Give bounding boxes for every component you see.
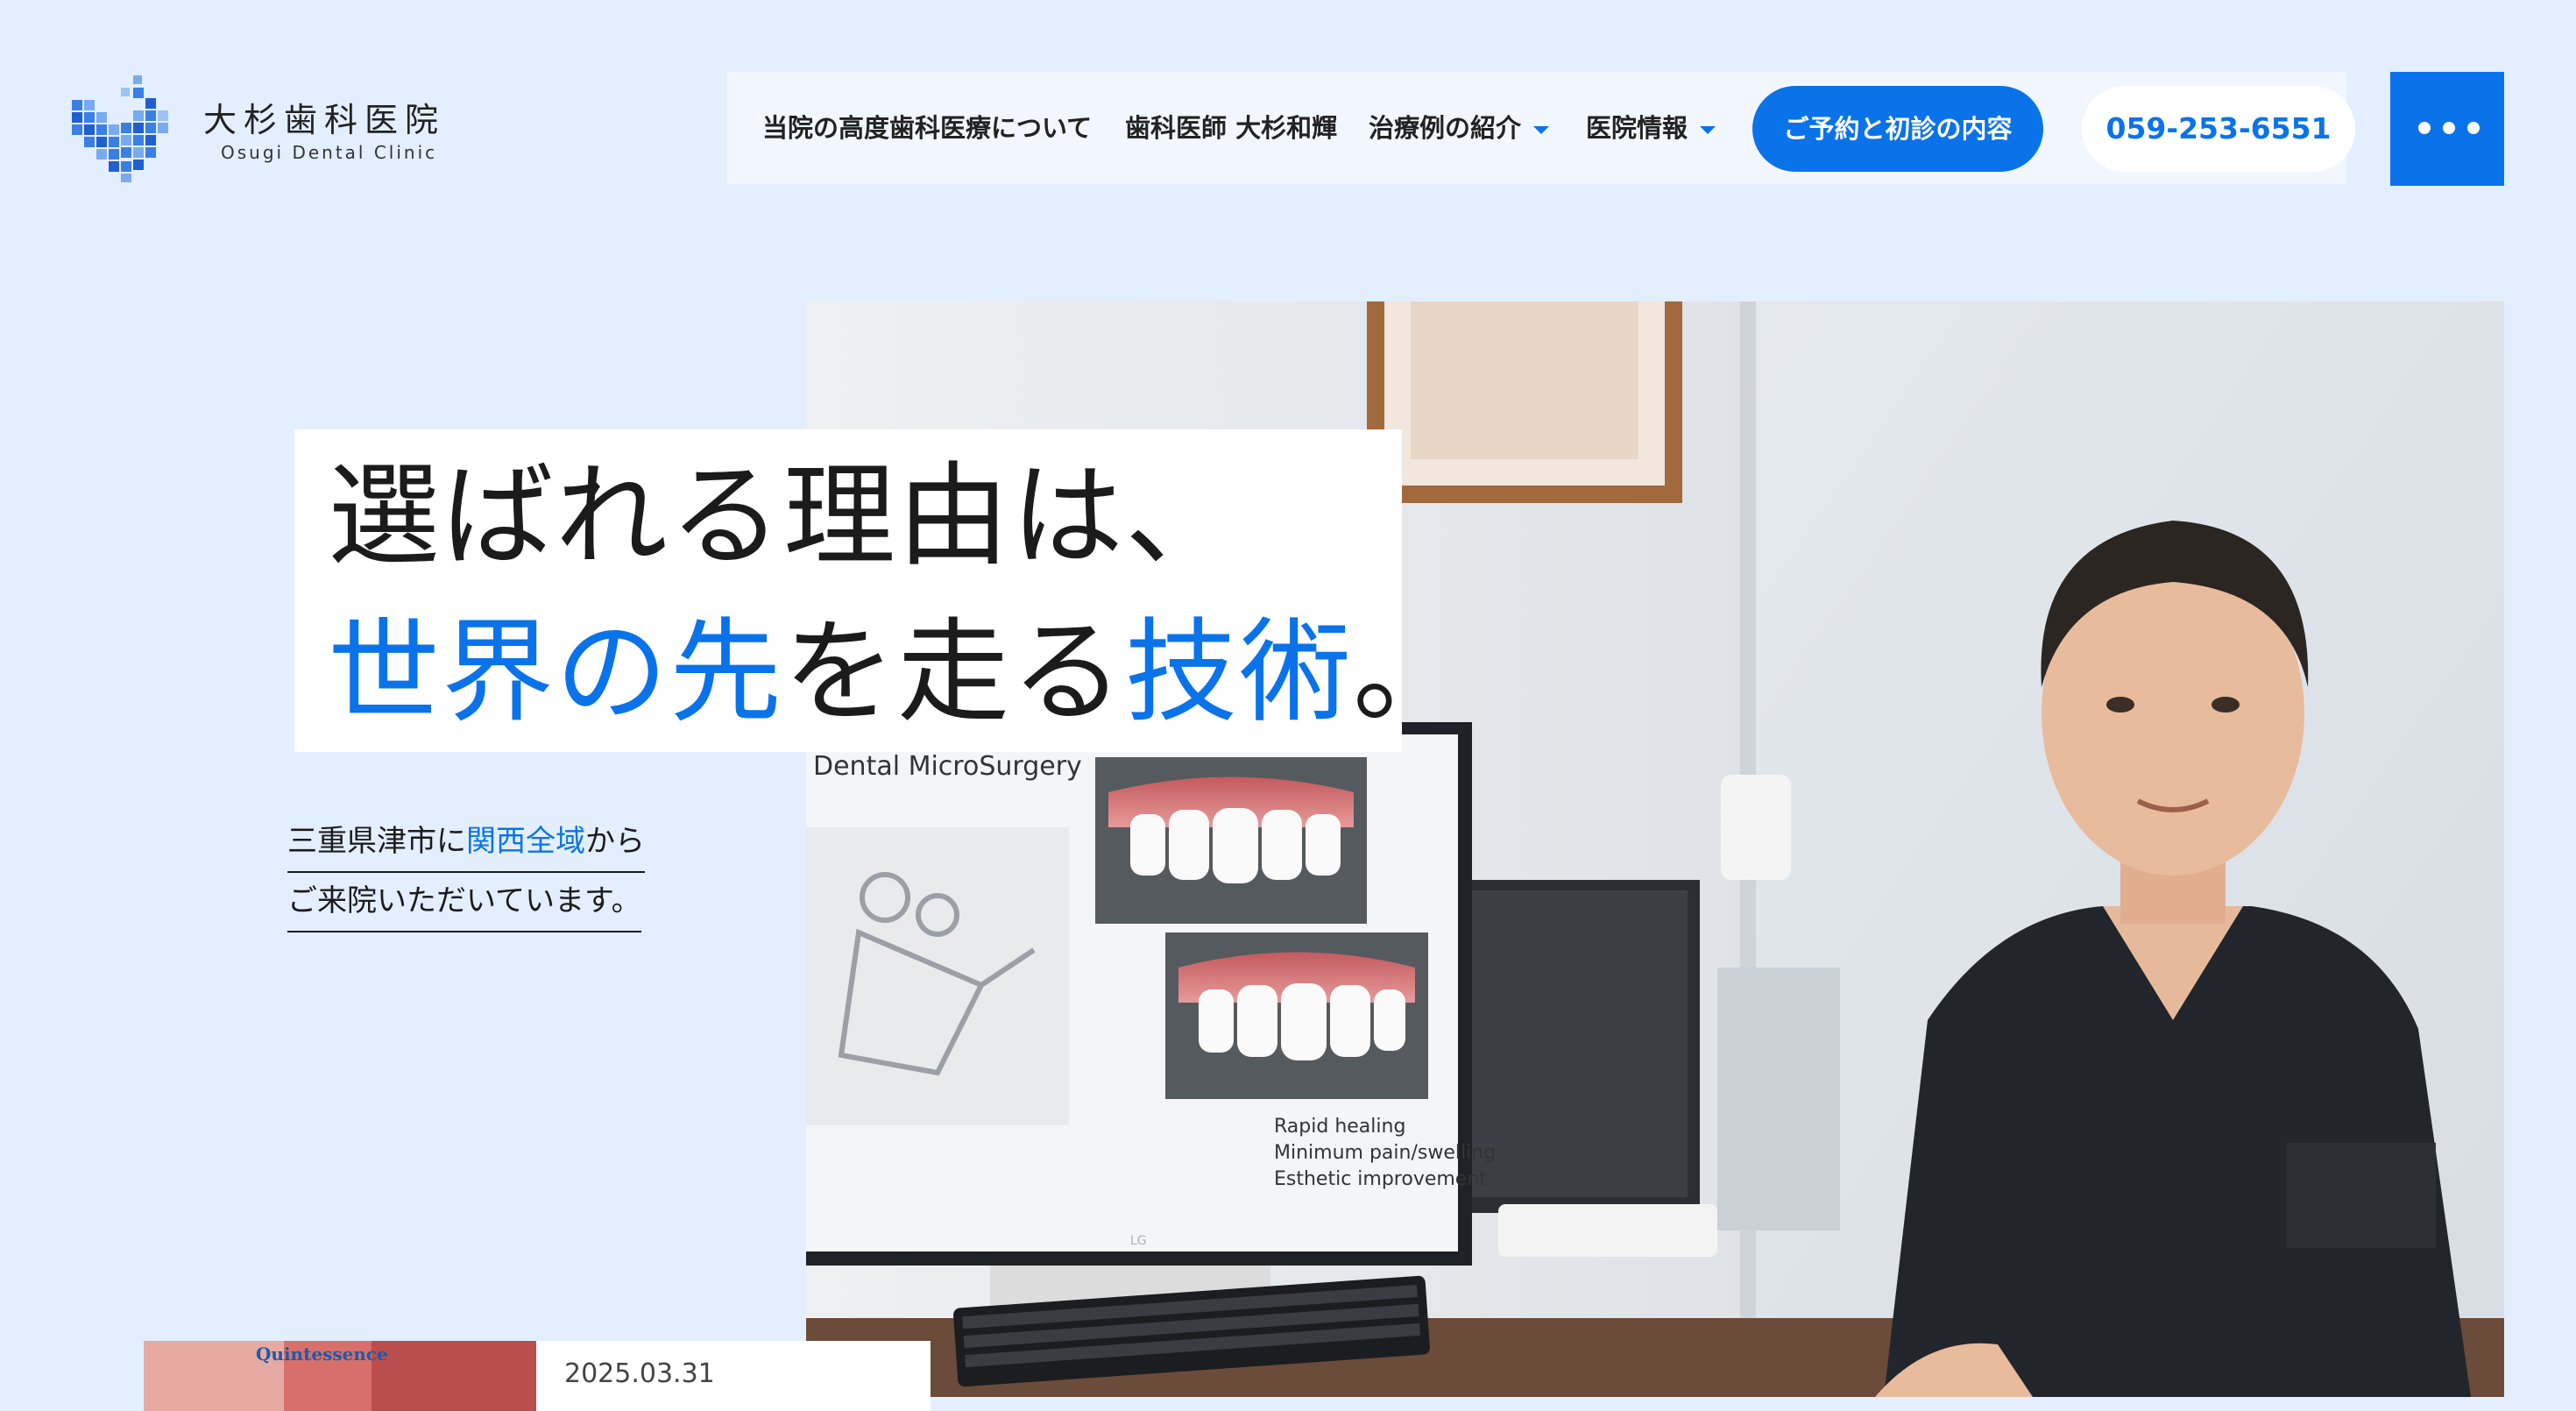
news-thumbnail: Quintessence (144, 1341, 536, 1411)
phone-button[interactable]: 059-253-6551 (2082, 86, 2355, 172)
nav-item-cases[interactable]: 治療例の紹介 (1369, 107, 1550, 149)
news-date: 2025.03.31 (564, 1358, 715, 1389)
chevron-down-icon (1533, 125, 1550, 134)
subtext-line-2: ご来院いただいています。 (287, 873, 641, 932)
logo-name-jp: 大杉歯科医院 (203, 101, 446, 139)
clinic-logo-mark-icon (72, 75, 168, 182)
headline-line-2: 世界の先を走る技術。 (328, 607, 1468, 738)
hero-headline: 選ばれる理由は、 世界の先を走る技術。 (294, 429, 1465, 752)
nav-item-clinic-info[interactable]: 医院情報 (1586, 107, 1716, 149)
reservation-button[interactable]: ご予約と初診の内容 (1752, 86, 2043, 172)
subtext-line-1: 三重県津市に関西全域から (287, 813, 645, 873)
chevron-down-icon (1700, 125, 1716, 134)
hero-subtext: 三重県津市に関西全域から ご来院いただいています。 (287, 813, 645, 932)
slide-bullet: Esthetic improvement (1274, 1168, 1487, 1190)
menu-button[interactable] (2390, 72, 2504, 186)
svg-text:Quintessence: Quintessence (256, 1344, 388, 1365)
more-dots-icon (2418, 122, 2480, 136)
slide-bullet: Minimum pain/swelling (1274, 1142, 1496, 1164)
site-logo[interactable]: 大杉歯科医院 Osugi Dental Clinic (70, 68, 456, 188)
news-card[interactable]: Quintessence 2025.03.31 (144, 1341, 931, 1411)
monitor-brand: LG (1130, 1234, 1147, 1248)
logo-name-en: Osugi Dental Clinic (221, 142, 438, 163)
nav-item-advanced-care[interactable]: 当院の高度歯科医療について (762, 107, 1092, 149)
slide-title: Dental MicroSurgery (813, 751, 1082, 782)
headline-line-1: 選ばれる理由は、 (328, 451, 1240, 582)
nav-item-label: 当院の高度歯科医療について (762, 113, 1093, 143)
nav-item-label: 歯科医師 大杉和輝 (1125, 113, 1338, 143)
slide-bullet: Rapid healing (1274, 1116, 1405, 1138)
nav-item-dentist[interactable]: 歯科医師 大杉和輝 (1125, 107, 1337, 149)
nav-item-label: 治療例の紹介 (1369, 113, 1522, 143)
global-nav: 当院の高度歯科医療について 歯科医師 大杉和輝 治療例の紹介 医院情報 ご予約と… (727, 72, 2355, 184)
nav-item-label: 医院情報 (1586, 113, 1688, 143)
